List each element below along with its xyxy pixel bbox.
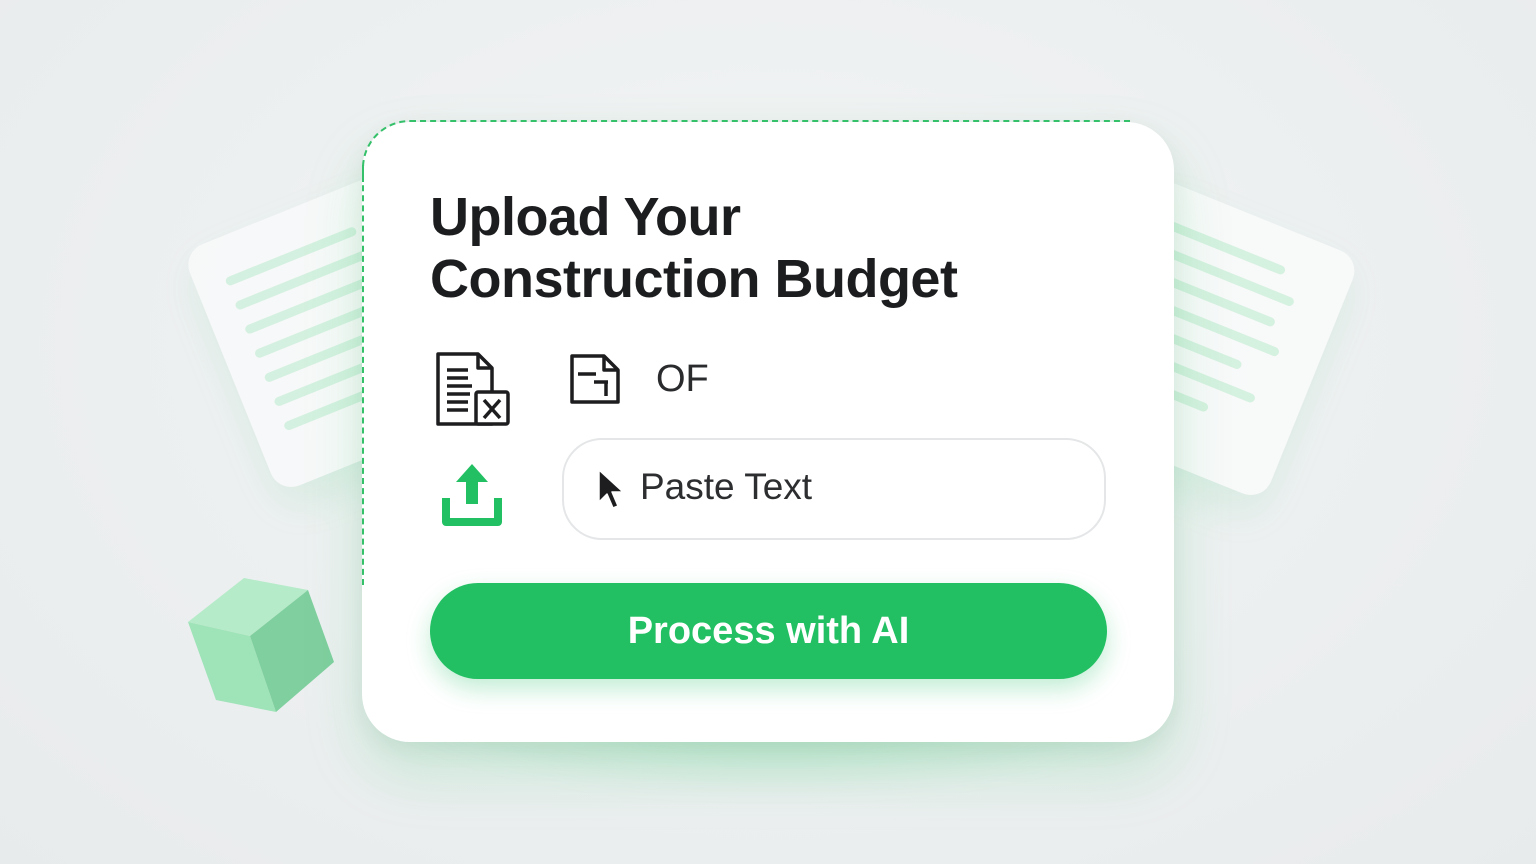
cube-decoration xyxy=(188,578,334,712)
excel-file-icon[interactable] xyxy=(432,350,514,430)
dashed-border-top xyxy=(410,120,1130,122)
scene: Upload Your Construction Budget OF Paste… xyxy=(0,0,1536,864)
dashed-border-corner xyxy=(362,120,424,182)
page-title: Upload Your Construction Budget xyxy=(430,186,1130,310)
paste-text-label: Paste Text xyxy=(640,466,813,507)
title-line-1: Upload Your xyxy=(430,187,741,247)
mouse-cursor-icon xyxy=(598,469,624,509)
process-with-ai-button[interactable]: Process with AI xyxy=(430,583,1107,679)
dashed-border-left xyxy=(362,165,364,585)
or-separator-label: OF xyxy=(656,358,709,400)
upload-icon[interactable] xyxy=(440,458,504,530)
title-line-2: Construction Budget xyxy=(430,249,958,309)
document-icon[interactable] xyxy=(568,352,624,408)
